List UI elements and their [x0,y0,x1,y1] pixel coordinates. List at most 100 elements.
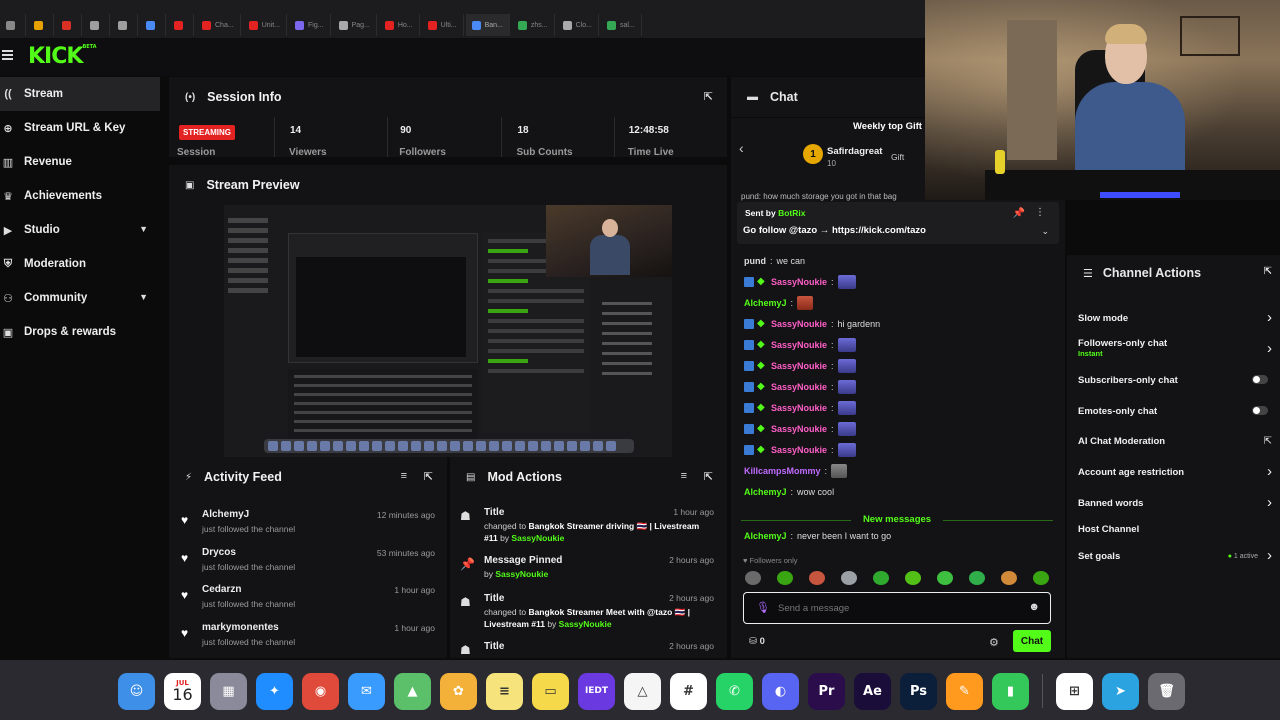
chevron-left-icon[interactable]: ‹ [739,140,744,156]
chat-input-box[interactable]: 🎙 ☻ [743,592,1051,624]
browser-tab[interactable] [28,14,54,36]
google-drive-icon[interactable]: △ [624,672,661,710]
stream-preview-video[interactable] [224,205,672,457]
popout-icon[interactable]: ⇱ [424,470,433,483]
chat-username[interactable]: SassyNoukie [771,361,827,371]
chat-username[interactable]: AlchemyJ [744,298,787,308]
filter-icon[interactable]: ≡ [401,470,407,482]
photoshop-icon[interactable]: Ps [900,672,937,710]
gift-user-name[interactable]: Safirdagreat [827,146,882,157]
sidebar-item-drops-rewards[interactable]: ▣ Drops & rewards [0,315,160,349]
pin-icon[interactable]: 📌 [1013,208,1025,219]
sidebar-item-revenue[interactable]: ▥ Revenue [0,145,160,179]
browser-tab[interactable] [0,14,26,36]
toggle-switch[interactable] [1252,406,1268,415]
send-chat-button[interactable]: Chat [1013,630,1051,652]
quick-emote[interactable] [1033,571,1049,585]
chevron-right-icon[interactable]: › [1267,309,1272,326]
filter-icon[interactable]: ≡ [681,470,687,482]
chat-username[interactable]: SassyNoukie [771,403,827,413]
browser-tab[interactable]: Pag... [333,14,377,36]
chat-username[interactable]: SassyNoukie [771,319,827,329]
notes-icon[interactable]: ≡ [486,672,523,710]
chat-username[interactable]: pund [744,256,766,266]
stickies-icon[interactable]: ▭ [532,672,569,710]
channel-action-emotes-only-chat[interactable]: Emotes-only chat [1078,406,1280,417]
activity-feed-item[interactable]: ♥ Drycos just followed the channel 53 minut… [169,545,447,582]
chat-username[interactable]: KillcampsMommy [744,466,821,476]
chat-username[interactable]: SassyNoukie [771,424,827,434]
browser-tab[interactable]: Ulti... [422,14,464,36]
premiere-icon[interactable]: Pr [808,672,845,710]
browser-tab[interactable]: Clo... [557,14,599,36]
photos-icon[interactable]: ✿ [440,672,477,710]
launchpad-icon[interactable]: ▦ [210,672,247,710]
chat-username[interactable]: AlchemyJ [744,531,787,541]
chevron-down-icon[interactable]: ▼ [139,224,148,234]
microphone-icon[interactable]: 🎙 [756,601,770,614]
hamburger-menu-icon[interactable] [2,50,13,60]
maps-icon[interactable]: ▲ [394,672,431,710]
channel-action-banned-words[interactable]: Banned words › [1078,494,1280,511]
chat-settings-icon[interactable]: ⚙ [989,636,999,649]
mod-action-user[interactable]: SassyNoukie [495,569,548,579]
chat-message-input[interactable] [778,599,1018,617]
chevron-right-icon[interactable]: › [1267,463,1272,480]
browser-tab[interactable]: Unit... [243,14,287,36]
chat-username[interactable]: SassyNoukie [771,382,827,392]
sidebar-item-stream[interactable]: ((Stream [0,77,160,111]
pinned-message[interactable]: Sent by BotRix 📌 ⋮ Go follow @tazo → htt… [737,202,1059,244]
numbers-icon[interactable]: ▮ [992,672,1029,710]
activity-user-name[interactable]: markymonentes [202,622,279,633]
kick-logo[interactable]: KICKBETA [28,44,97,69]
more-options-icon[interactable]: ⋮ [1035,207,1045,218]
channel-action-set-goals[interactable]: Set goals › ● 1 active [1078,547,1280,564]
chat-username[interactable]: SassyNoukie [771,445,827,455]
channel-action-slow-mode[interactable]: Slow mode › [1078,309,1280,326]
browser-tab[interactable]: sal... [601,14,642,36]
quick-emote[interactable] [841,571,857,585]
channel-action-host-channel[interactable]: Host Channel [1078,524,1280,535]
chat-username[interactable]: AlchemyJ [744,487,787,497]
popout-icon[interactable]: ⇱ [1264,266,1272,277]
channel-action-subscribers-only-chat[interactable]: Subscribers-only chat [1078,375,1280,386]
sidebar-item-moderation[interactable]: ⛨ Moderation [0,247,160,281]
browser-tab[interactable]: Ho... [379,14,420,36]
whatsapp-icon[interactable]: ✆ [716,672,753,710]
mod-action-user[interactable]: SassyNoukie [559,619,612,629]
activity-user-name[interactable]: Drycos [202,547,236,558]
discord-icon[interactable]: ◐ [762,672,799,710]
sidebar-item-achievements[interactable]: ♛ Achievements [0,179,160,213]
channel-action-followers-only-chat[interactable]: Followers-only chat Instant › [1078,338,1280,358]
mod-action-user[interactable]: SassyNoukie [511,533,564,543]
browser-tab[interactable] [140,14,166,36]
ieot-icon[interactable]: IEDT [578,672,615,710]
windows-app-icon[interactable]: ⊞ [1056,672,1093,710]
emoji-icon[interactable]: ☻ [1028,601,1040,613]
toggle-switch[interactable] [1252,375,1268,384]
quick-emote[interactable] [873,571,889,585]
chat-username[interactable]: SassyNoukie [771,340,827,350]
browser-tab[interactable]: zhs... [512,14,555,36]
chevron-right-icon[interactable]: › [1267,494,1272,511]
chrome-icon[interactable]: ◉ [302,672,339,710]
trash-icon[interactable]: 🗑 [1148,672,1185,710]
sidebar-item-studio[interactable]: ▶ Studio ▼ [0,213,160,247]
activity-user-name[interactable]: Cedarzn [202,584,241,595]
browser-tab[interactable]: Fig... [289,14,331,36]
safari-icon[interactable]: ✦ [256,672,293,710]
mail-icon[interactable]: ✉ [348,672,385,710]
browser-tab[interactable] [168,14,194,36]
browser-tab[interactable]: Cha... [196,14,241,36]
popout-icon[interactable]: ⇱ [704,90,713,103]
quick-emote[interactable] [1001,571,1017,585]
channel-action-account-age-restriction[interactable]: Account age restriction › [1078,463,1280,480]
telegram-icon[interactable]: ➤ [1102,672,1139,710]
pencil-app-icon[interactable]: ✎ [946,672,983,710]
quick-emote[interactable] [969,571,985,585]
quick-emote[interactable] [905,571,921,585]
quick-emote[interactable] [777,571,793,585]
slack-icon[interactable]: # [670,672,707,710]
channel-points[interactable]: ⛁ 0 [749,636,765,647]
sidebar-item-stream-url-key[interactable]: ⊕ Stream URL & Key [0,111,160,145]
